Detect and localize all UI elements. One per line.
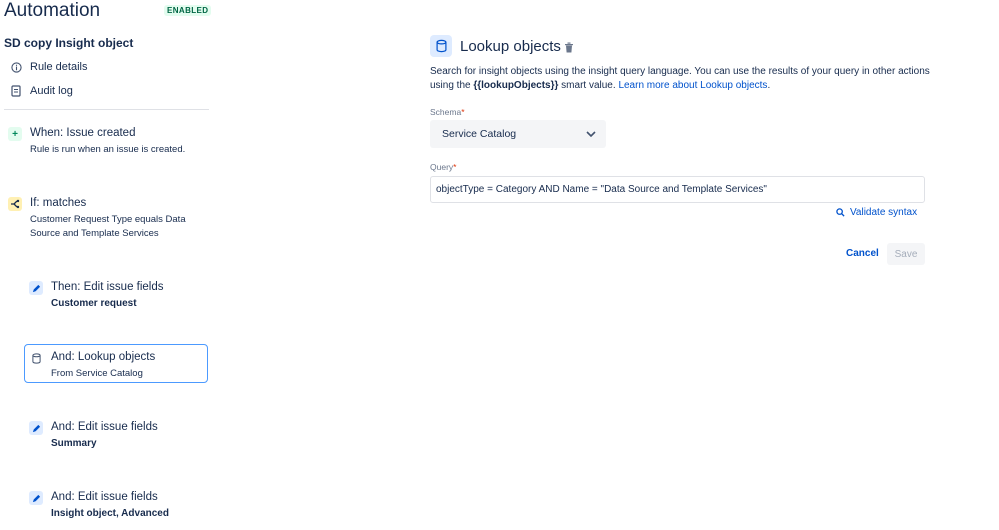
- branch-icon: [8, 197, 22, 211]
- step-field: Summary: [51, 438, 97, 449]
- schema-label: Schema*: [430, 107, 465, 117]
- rule-name: SD copy Insight object: [4, 36, 134, 50]
- step-title: Then: Edit issue fields: [51, 281, 164, 293]
- step-description: From Service Catalog: [51, 368, 143, 379]
- document-icon: [10, 85, 22, 97]
- trash-icon[interactable]: [564, 40, 574, 58]
- smart-value: {{lookupObjects}}: [473, 80, 559, 91]
- plus-icon: +: [8, 127, 22, 141]
- description-text: smart value.: [558, 80, 619, 91]
- step-field: Customer request: [51, 298, 137, 309]
- description-line1: Search for insight objects using the ins…: [430, 66, 930, 77]
- audit-log-label: Audit log: [30, 85, 73, 97]
- query-label: Query*: [430, 162, 457, 172]
- rule-details-link[interactable]: Rule details: [10, 61, 87, 73]
- validate-syntax-label: Validate syntax: [850, 207, 918, 218]
- step-title: And: Edit issue fields: [51, 491, 158, 503]
- database-icon: [430, 35, 452, 57]
- cancel-button[interactable]: Cancel: [846, 248, 879, 259]
- info-icon: [10, 61, 22, 73]
- validate-syntax-button[interactable]: Validate syntax: [836, 207, 917, 218]
- step-title: When: Issue created: [30, 127, 136, 139]
- step-title: If: matches: [30, 197, 87, 209]
- status-badge: ENABLED: [164, 5, 212, 16]
- step-description-line1: Customer Request Type equals Data: [30, 214, 186, 225]
- audit-log-link[interactable]: Audit log: [10, 85, 73, 97]
- pencil-icon: [29, 281, 43, 295]
- step-field: Insight object, Advanced: [51, 508, 169, 519]
- divider: [4, 109, 209, 110]
- save-button[interactable]: Save: [887, 243, 925, 265]
- panel-title: Lookup objects: [460, 38, 561, 55]
- schema-value: Service Catalog: [442, 128, 517, 140]
- step-title: And: Edit issue fields: [51, 421, 158, 433]
- pencil-icon: [29, 491, 43, 505]
- schema-select[interactable]: Service Catalog: [430, 120, 606, 148]
- step-description-line2: Source and Template Services: [30, 228, 159, 239]
- description-text: using the: [430, 80, 474, 91]
- page-title: Automation: [4, 0, 101, 21]
- step-title: And: Lookup objects: [51, 351, 156, 363]
- description-text: .: [767, 80, 771, 91]
- query-value: objectType = Category AND Name = "Data S…: [436, 184, 767, 195]
- query-input[interactable]: objectType = Category AND Name = "Data S…: [430, 176, 925, 203]
- panel-description: Search for insight objects using the ins…: [430, 65, 930, 93]
- database-icon: [29, 351, 43, 365]
- pencil-icon: [29, 421, 43, 435]
- search-icon: [836, 208, 845, 217]
- rule-details-label: Rule details: [30, 61, 88, 73]
- chevron-down-icon: [586, 128, 596, 140]
- step-description: Rule is run when an issue is created.: [30, 144, 186, 155]
- learn-more-link[interactable]: Learn more about Lookup objects: [618, 80, 767, 91]
